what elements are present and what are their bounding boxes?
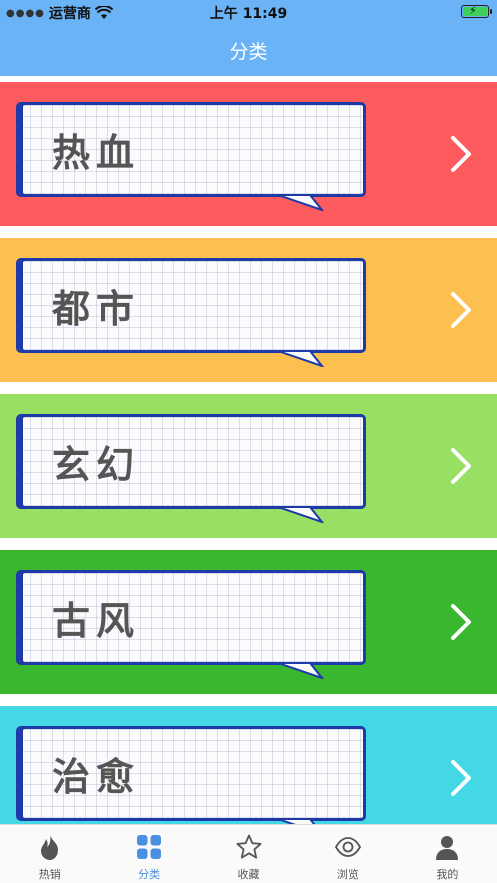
chevron-right-icon bbox=[451, 604, 471, 640]
grid-icon bbox=[137, 835, 162, 859]
category-card-xuanhuan[interactable]: 玄幻 bbox=[0, 394, 497, 538]
category-card-zhiyu[interactable]: 治愈 bbox=[0, 706, 497, 824]
category-label: 玄幻 bbox=[52, 443, 141, 487]
battery-charging-icon: ⚡ bbox=[461, 4, 492, 18]
category-list[interactable]: 热血 都市 玄幻 古风 治愈 bbox=[0, 82, 497, 824]
status-bar: ●●●● 运营商 上午 11:49 ⚡ bbox=[0, 0, 497, 24]
category-card-rexue[interactable]: 热血 bbox=[0, 82, 497, 226]
category-label: 热血 bbox=[52, 131, 141, 175]
eye-icon bbox=[334, 837, 361, 857]
tab-bar: 热销 分类 收藏 浏览 我的 bbox=[0, 824, 497, 883]
tab-label: 我的 bbox=[436, 868, 459, 881]
tab-label: 热销 bbox=[38, 868, 61, 881]
bubble-tail bbox=[278, 507, 324, 523]
nav-bar: 分类 bbox=[0, 24, 497, 76]
tab-hot[interactable]: 热销 bbox=[0, 825, 99, 883]
category-label: 治愈 bbox=[52, 755, 141, 799]
tab-label: 收藏 bbox=[237, 868, 260, 881]
category-label: 古风 bbox=[52, 599, 141, 643]
chevron-right-icon bbox=[451, 760, 471, 796]
chevron-right-icon bbox=[451, 448, 471, 484]
page-title: 分类 bbox=[229, 40, 268, 63]
chevron-right-icon bbox=[451, 136, 471, 172]
flame-icon bbox=[40, 835, 58, 860]
bubble-tail bbox=[278, 663, 324, 679]
tab-favorites[interactable]: 收藏 bbox=[199, 825, 298, 883]
category-card-gufeng[interactable]: 古风 bbox=[0, 550, 497, 694]
bubble-tail bbox=[278, 195, 324, 211]
tab-category[interactable]: 分类 bbox=[99, 825, 198, 883]
tab-label: 浏览 bbox=[336, 868, 359, 881]
star-icon bbox=[236, 834, 262, 859]
user-icon bbox=[436, 836, 459, 860]
category-card-dushi[interactable]: 都市 bbox=[0, 238, 497, 382]
tab-label: 分类 bbox=[138, 868, 161, 881]
tab-me[interactable]: 我的 bbox=[398, 825, 497, 883]
tab-browse[interactable]: 浏览 bbox=[298, 825, 397, 883]
bubble-tail bbox=[278, 351, 324, 367]
chevron-right-icon bbox=[451, 292, 471, 328]
category-label: 都市 bbox=[52, 287, 141, 331]
status-time: 上午 11:49 bbox=[209, 6, 288, 22]
